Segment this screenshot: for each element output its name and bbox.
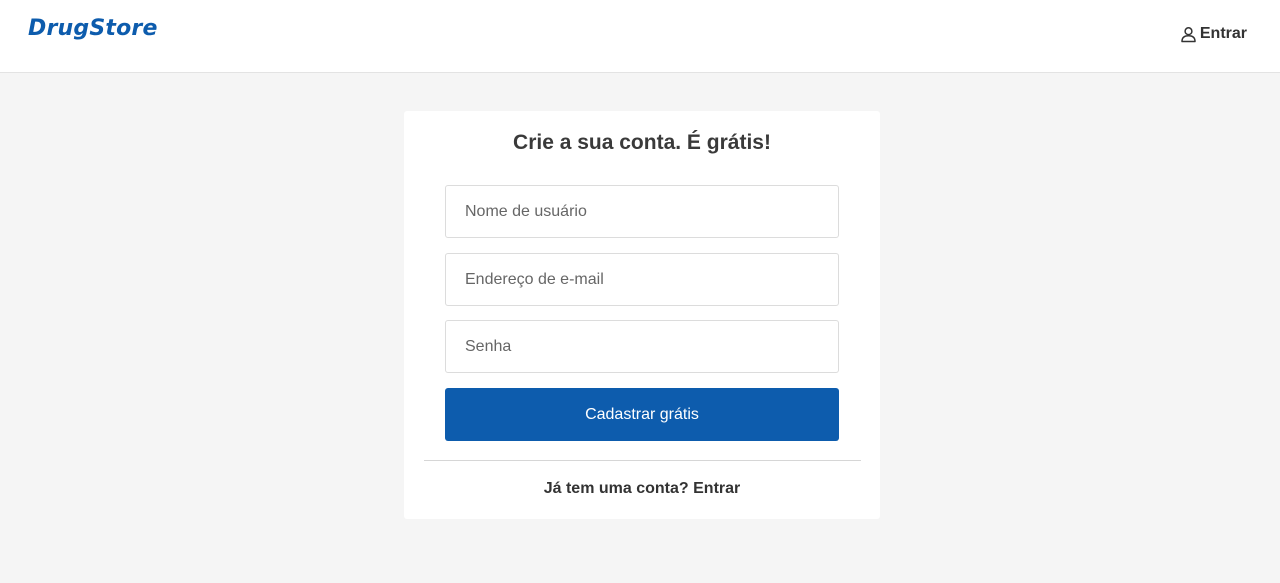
logo[interactable]: DrugStore <box>28 16 158 41</box>
top-header: DrugStore Entrar <box>0 0 1280 73</box>
email-input[interactable] <box>445 253 839 306</box>
login-link[interactable]: Entrar <box>693 480 740 497</box>
signup-button[interactable]: Cadastrar grátis <box>445 388 839 441</box>
password-input[interactable] <box>445 320 839 373</box>
have-account-text: Já tem uma conta? <box>543 480 689 497</box>
username-input[interactable] <box>445 185 839 238</box>
signup-card: Crie a sua conta. É grátis! Cadastrar gr… <box>404 111 880 519</box>
user-icon <box>1180 26 1197 43</box>
divider <box>424 460 861 461</box>
header-login-label: Entrar <box>1199 25 1247 42</box>
header-login-link[interactable]: Entrar <box>1180 25 1247 43</box>
signup-title: Crie a sua conta. É grátis! <box>513 131 771 154</box>
have-account-prompt: Já tem uma conta? Entrar <box>404 480 880 498</box>
